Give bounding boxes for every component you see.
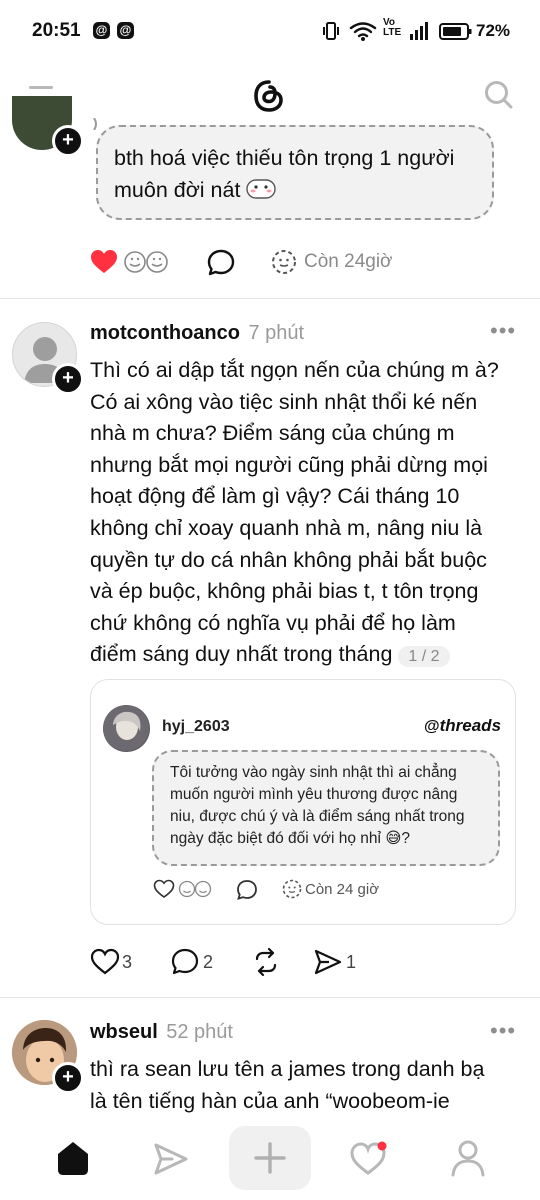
reply-count: 2 xyxy=(203,952,214,972)
follow-plus-icon[interactable]: + xyxy=(52,1062,84,1094)
notification-dot xyxy=(377,1141,387,1151)
quoted-text: Tôi tưởng vào ngày sinh nhật thì ai chẳn… xyxy=(170,764,465,847)
signal-icon xyxy=(410,22,428,40)
quoted-expiry-label: Còn 24 giờ xyxy=(305,881,380,898)
send-icon[interactable] xyxy=(153,1142,189,1176)
expiry-label: Còn 24giờ xyxy=(304,251,393,272)
follow-plus-icon[interactable]: + xyxy=(52,125,84,157)
new-post-button[interactable] xyxy=(229,1126,311,1190)
reply-bubble-icon[interactable] xyxy=(207,249,235,277)
vibrate-icon xyxy=(323,22,339,40)
reply-bubble-icon[interactable] xyxy=(170,947,200,977)
divider xyxy=(0,298,540,299)
battery-percent: 72% xyxy=(476,21,511,40)
post-header: wbseul 52 phút xyxy=(90,1021,233,1044)
like-heart-icon[interactable] xyxy=(90,249,118,275)
avatar[interactable] xyxy=(103,705,150,752)
profile-icon[interactable] xyxy=(450,1139,486,1177)
more-options-icon[interactable]: ••• xyxy=(490,1018,516,1044)
reply-bubble-icon xyxy=(237,880,257,900)
timer-face-icon xyxy=(282,879,302,899)
plus-icon xyxy=(254,1142,286,1174)
post-header: motconthoanco 7 phút xyxy=(90,322,304,345)
post-time: 52 phút xyxy=(166,1021,233,1043)
divider xyxy=(0,997,540,998)
follow-plus-icon[interactable]: + xyxy=(52,363,84,395)
share-send-icon[interactable] xyxy=(313,948,343,976)
status-time: 20:51 xyxy=(32,20,81,41)
reply-text: bth hoá việc thiếu tôn trọng 1 người muô… xyxy=(114,146,455,202)
like-heart-outline-icon xyxy=(153,879,175,898)
wifi-icon xyxy=(349,22,377,38)
quoted-username[interactable]: hyj_2603 xyxy=(162,718,230,736)
post-time: 7 phút xyxy=(248,322,305,344)
reaction-faces-icon xyxy=(178,880,212,898)
emoticon-icon xyxy=(246,178,277,199)
timer-face-icon xyxy=(272,250,296,274)
reaction-faces-icon[interactable] xyxy=(123,250,169,274)
heart-icon[interactable] xyxy=(349,1140,389,1176)
post-body: Thì có ai dập tắt ngọn nến của chúng m à… xyxy=(90,358,499,668)
post-body: thì ra sean lưu tên a james trong danh b… xyxy=(90,1057,485,1113)
reply-connector xyxy=(93,118,97,130)
username[interactable]: motconthoanco xyxy=(90,322,240,344)
search-icon[interactable] xyxy=(484,80,514,110)
share-count: 1 xyxy=(346,952,357,972)
repost-icon[interactable] xyxy=(251,947,281,977)
like-heart-outline-icon[interactable] xyxy=(90,948,120,976)
username[interactable]: wbseul xyxy=(90,1021,158,1043)
network-label: Vo LTE xyxy=(383,17,402,38)
threads-logo[interactable] xyxy=(252,78,286,114)
threads-brand: @threads xyxy=(424,716,502,735)
page-indicator: 1 / 2 xyxy=(398,646,450,668)
like-count: 3 xyxy=(122,952,133,972)
threads-icon: @ xyxy=(93,22,110,39)
battery-icon xyxy=(439,23,472,40)
threads-icon: @ xyxy=(117,22,134,39)
more-options-icon[interactable]: ••• xyxy=(490,318,516,344)
home-icon[interactable] xyxy=(54,1139,92,1177)
